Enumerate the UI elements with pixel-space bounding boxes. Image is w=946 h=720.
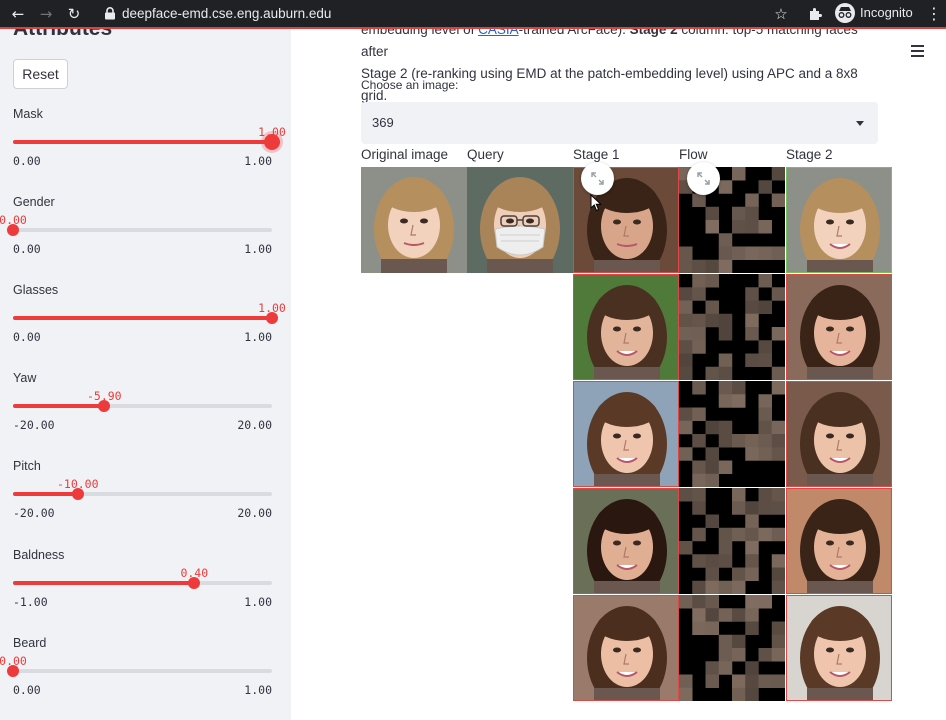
slider-max: 20.00 (237, 506, 272, 520)
slider-label: Gender (13, 195, 55, 209)
image-select-value: 369 (372, 115, 394, 130)
slider-track[interactable] (13, 400, 272, 412)
slider-track[interactable] (7, 224, 272, 236)
slider-fill (13, 404, 105, 408)
column-header-flow: Flow (679, 147, 708, 162)
slider-glasses: Glasses 1.00 0.00 1.00 (0, 283, 291, 371)
slider-label: Glasses (13, 283, 59, 297)
caret-down-icon[interactable] (856, 121, 864, 126)
slider-thumb[interactable] (266, 312, 278, 324)
incognito-label: Incognito (860, 5, 913, 20)
intro-text-part: embedding level of (361, 29, 479, 37)
choose-image-label: Choose an image: (361, 78, 459, 92)
slider-track[interactable] (7, 665, 272, 677)
slider-thumb[interactable] (7, 224, 19, 236)
stage2-image (786, 595, 892, 701)
slider-min: 0.00 (13, 683, 41, 697)
stage1-image (573, 381, 679, 487)
slider-fill (13, 581, 195, 585)
expand-icon[interactable] (687, 162, 720, 195)
slider-min: 0.00 (13, 242, 41, 256)
reload-icon[interactable]: ↻ (64, 4, 84, 24)
stage1-image (573, 595, 679, 701)
slider-track[interactable] (13, 488, 272, 500)
original-image (361, 167, 467, 273)
sidebar: Attributes Reset Mask 1.00 0.00 1.00 Gender 0… (0, 29, 291, 720)
slider-min: 0.00 (13, 330, 41, 344)
expand-icon[interactable] (581, 162, 614, 195)
query-image (467, 167, 573, 273)
slider-track[interactable] (13, 134, 280, 150)
reset-button[interactable]: Reset (13, 59, 68, 89)
slider-label: Yaw (13, 371, 37, 385)
intro-text: embedding level of CASIA-trained ArcFace… (361, 29, 881, 107)
slider-label: Pitch (13, 459, 41, 473)
stage2-image (786, 381, 892, 487)
flow-image (679, 488, 785, 594)
forward-arrow-icon[interactable]: → (36, 4, 56, 24)
slider-pitch: Pitch -10.00 -20.00 20.00 (0, 459, 291, 547)
stage1-image (573, 488, 679, 594)
slider-beard: Beard 0.00 0.00 1.00 (0, 636, 291, 720)
slider-label: Beard (13, 636, 47, 650)
column-header-original: Original image (361, 147, 449, 162)
slider-track[interactable] (13, 312, 278, 324)
slider-min: -1.00 (13, 595, 48, 609)
mouse-cursor (590, 194, 602, 212)
more-icon[interactable]: ⋮ (924, 4, 944, 24)
slider-min: 0.00 (13, 154, 41, 168)
slider-mask: Mask 1.00 0.00 1.00 (0, 107, 291, 195)
sidebar-title: Attributes (13, 29, 112, 41)
slider-max: 1.00 (244, 595, 272, 609)
column-header-stage2: Stage 2 (786, 147, 833, 162)
flow-image (679, 595, 785, 701)
slider-label: Baldness (13, 548, 65, 562)
back-arrow-icon[interactable]: ← (8, 4, 28, 24)
stage2-image (786, 488, 892, 594)
slider-gender: Gender 0.00 0.00 1.00 (0, 195, 291, 283)
column-header-query: Query (467, 147, 504, 162)
slider-max: 1.00 (244, 154, 272, 168)
extensions-icon[interactable] (807, 6, 823, 22)
slider-fill (13, 316, 272, 320)
slider-min: -20.00 (13, 506, 55, 520)
main-content: embedding level of CASIA-trained ArcFace… (291, 29, 946, 720)
slider-thumb[interactable] (264, 134, 280, 150)
intro-text-part: -trained ArcFace). (518, 29, 630, 37)
lock-icon[interactable] (104, 7, 116, 20)
slider-max: 1.00 (244, 242, 272, 256)
intro-bold: Stage 2 (629, 29, 678, 37)
slider-max: 20.00 (237, 418, 272, 432)
image-select[interactable]: 369 (361, 102, 878, 144)
star-icon[interactable]: ☆ (771, 4, 791, 24)
slider-thumb[interactable] (188, 577, 201, 589)
slider-min: -20.00 (13, 418, 55, 432)
slider-max: 1.00 (244, 330, 272, 344)
column-header-stage1: Stage 1 (573, 147, 620, 162)
flow-image (679, 381, 785, 487)
incognito-icon[interactable] (835, 3, 855, 23)
slider-label: Mask (13, 107, 43, 121)
slider-track[interactable] (13, 577, 272, 589)
casia-link[interactable]: CASIA (478, 29, 519, 37)
slider-fill (13, 492, 78, 496)
browser-toolbar: ← → ↻ deepface-emd.cse.eng.auburn.edu ☆ … (0, 0, 946, 28)
slider-max: 1.00 (244, 683, 272, 697)
slider-yaw: Yaw -5.90 -20.00 20.00 (0, 371, 291, 459)
stage2-image (786, 274, 892, 380)
address-bar-url[interactable]: deepface-emd.cse.eng.auburn.edu (122, 5, 331, 23)
hamburger-menu-icon[interactable] (911, 45, 933, 61)
slider-thumb[interactable] (71, 488, 84, 500)
slider-thumb[interactable] (98, 400, 111, 412)
stage1-image (573, 274, 679, 380)
stage2-image (786, 167, 892, 273)
slider-baldness: Baldness 0.40 -1.00 1.00 (0, 548, 291, 636)
flow-image (679, 274, 785, 380)
slider-fill (13, 140, 272, 144)
slider-thumb[interactable] (7, 665, 19, 677)
